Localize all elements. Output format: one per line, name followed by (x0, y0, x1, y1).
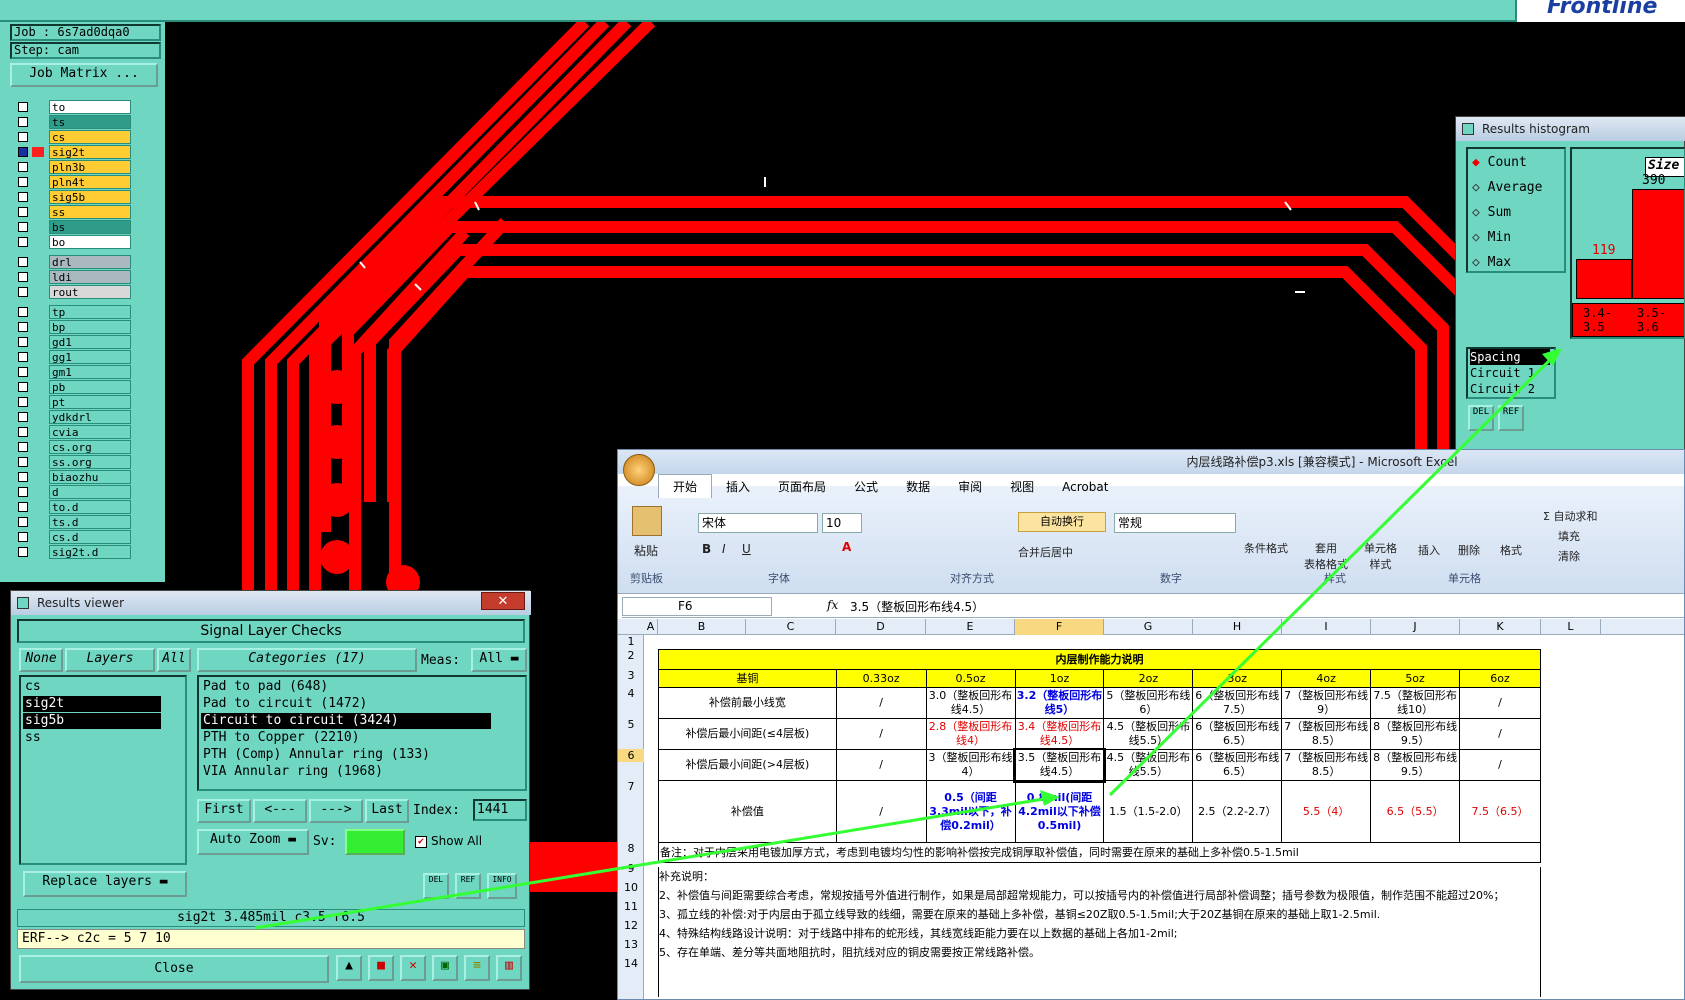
annotation-arrows (254, 348, 1562, 930)
